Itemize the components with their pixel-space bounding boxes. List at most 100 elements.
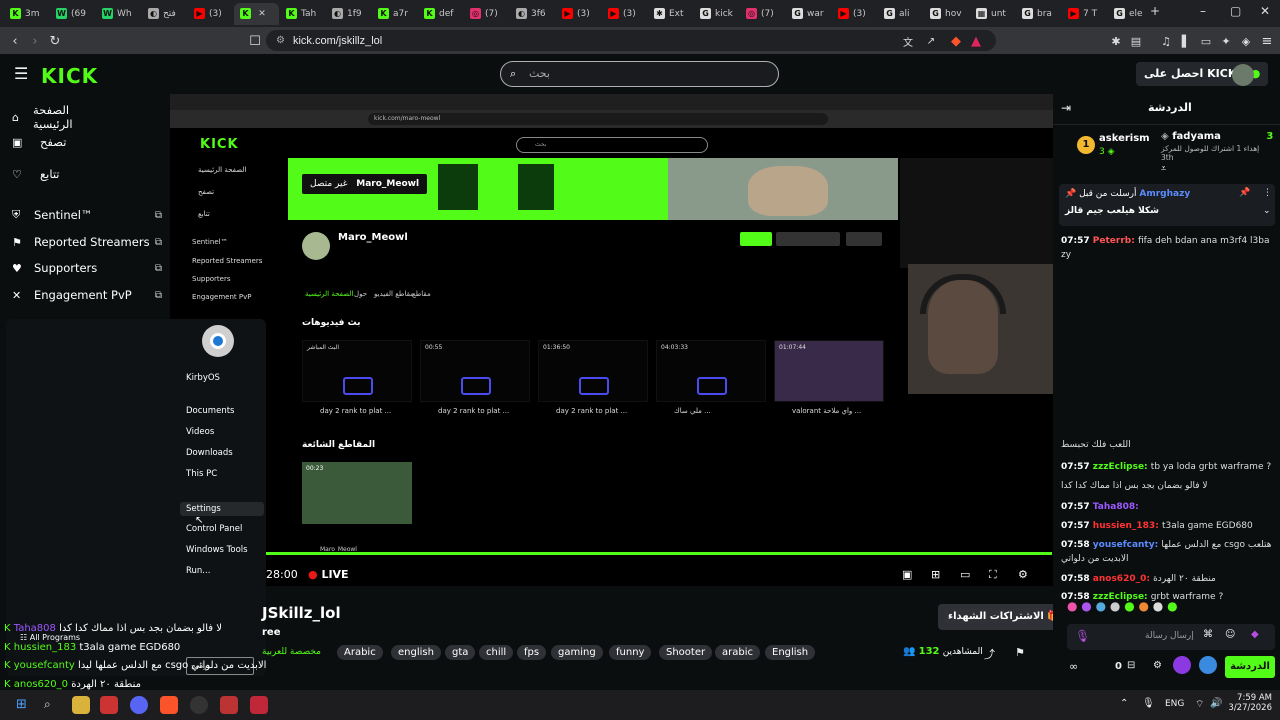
collapse-chat-icon[interactable]: ⇥ [1061, 101, 1071, 115]
stream-tag[interactable]: English [765, 645, 816, 660]
close-window-icon[interactable]: ✕ [1260, 4, 1270, 18]
browser-tab[interactable]: ◐ 3f6 [510, 3, 555, 25]
vpn-icon[interactable]: ◈ [1235, 30, 1257, 52]
pinned-expand-icon[interactable]: ⌄ [1263, 206, 1271, 216]
bookmark-icon[interactable]: ☐ [244, 30, 266, 52]
channel-name[interactable]: JSkillz_lol [262, 604, 341, 622]
start-videos[interactable]: Videos [186, 427, 214, 437]
brave-icon[interactable] [160, 696, 178, 714]
progress-bar[interactable] [266, 552, 1052, 555]
emote-icon[interactable]: ● [1096, 599, 1110, 613]
media-icon[interactable]: ♫ [1155, 30, 1177, 52]
back-icon[interactable]: ‹ [4, 30, 26, 52]
browser-tab[interactable]: Gele [1108, 3, 1153, 25]
minimize-icon[interactable]: – [1200, 4, 1206, 18]
discord-icon[interactable] [130, 696, 148, 714]
pip-icon[interactable]: ▣ [902, 568, 912, 581]
ge-icon[interactable] [1199, 656, 1217, 674]
wifi-icon[interactable]: ⌔ [1195, 698, 1204, 711]
browser-tab[interactable]: W Wh [96, 3, 141, 25]
browser-tab[interactable]: Kdef [418, 3, 463, 25]
tab-search-icon[interactable]: ▤ [1125, 30, 1147, 52]
start-run[interactable]: Run... [186, 566, 210, 576]
reload-icon[interactable]: ↻ [44, 30, 66, 52]
address-bar[interactable]: ⚙ kick.com/jskillz_lol [266, 30, 996, 51]
browser-tab[interactable]: K Tah [280, 3, 325, 25]
start-settings[interactable]: Settings [180, 502, 264, 516]
emote-icon[interactable]: ● [1153, 599, 1167, 613]
sidebar-item-pvp[interactable]: ✕ Engagement PvP ⧉ [12, 288, 162, 302]
search-input[interactable]: ⌕ بحث [500, 61, 779, 87]
browser-tab[interactable]: K ✕ [234, 2, 279, 25]
chat-settings-icon[interactable]: ⚙ [1153, 660, 1162, 671]
emote-icon[interactable]: ● [1067, 599, 1081, 613]
gift-user[interactable]: ◈ fadyama 3 [1161, 131, 1273, 142]
browser-tab[interactable]: ▶ (3) [832, 3, 877, 25]
emote-icon[interactable]: ● [1167, 599, 1177, 613]
browser-tab[interactable]: ▶ (3) [188, 3, 233, 25]
start-downloads[interactable]: Downloads [186, 448, 233, 458]
app-icon[interactable] [250, 696, 268, 714]
translate-icon[interactable]: 文 [897, 30, 919, 52]
subscribe-button[interactable]: الاشتراكات الشهداء 🎁 [938, 604, 1070, 630]
chat-username[interactable]: Taha808: [1093, 502, 1139, 512]
browser-tab[interactable]: Ghov [924, 3, 969, 25]
emote-icon[interactable]: ● [1124, 599, 1138, 613]
sidebar-item-sentinel[interactable]: ⛨ Sentinel™ ⧉ [12, 208, 162, 222]
browser-tab[interactable]: ◎ (7) [740, 3, 785, 25]
stream-tag[interactable]: chill [479, 645, 514, 660]
user-avatar[interactable] [1232, 64, 1254, 86]
browser-tab[interactable]: ▶ (3) [602, 3, 647, 25]
fullscreen-icon[interactable]: ⛶ [989, 568, 997, 582]
stream-tag[interactable]: funny [609, 645, 652, 660]
browser-tab[interactable]: ◎ (7) [464, 3, 509, 25]
brave-rewards-icon[interactable]: ▲ [965, 30, 987, 52]
steam-icon[interactable] [190, 696, 208, 714]
volume-icon[interactable]: 🔊 [1210, 698, 1222, 709]
stream-tag[interactable]: english [391, 645, 441, 660]
hamburger-menu-icon[interactable]: ☰ [14, 64, 28, 83]
browser-tab[interactable]: Gbra [1016, 3, 1061, 25]
emote-icon[interactable]: ● [1081, 599, 1095, 613]
browser-tab[interactable]: ◐ فتح [142, 3, 187, 25]
theater-icon[interactable]: ▭ [960, 568, 970, 581]
sidebar-toggle-icon[interactable]: ▌ [1175, 30, 1197, 52]
browser-tab[interactable]: ▦ unt [970, 3, 1015, 25]
mic-tray-icon[interactable]: 🎙 [1142, 698, 1155, 709]
top-gifter-name[interactable]: askerism [1099, 133, 1150, 144]
file-explorer-icon[interactable] [72, 696, 90, 714]
browser-tab[interactable]: Gkick [694, 3, 739, 25]
chat-username[interactable]: Peterrb: [1093, 236, 1138, 246]
more-icon[interactable]: ⚑ [1015, 646, 1025, 659]
browser-tab[interactable]: Ka7r [372, 3, 417, 25]
start-this-pc[interactable]: This PC [186, 469, 217, 479]
store-icon[interactable]: ⊟ [1127, 660, 1135, 671]
stream-tag[interactable]: gaming [551, 645, 603, 660]
menu-icon[interactable]: ≡ [1256, 30, 1278, 52]
stream-tag[interactable]: fps [517, 645, 547, 660]
pinned-more-icon[interactable]: ⋮ [1263, 188, 1272, 198]
video-player[interactable]: kick.com/maro-meowl KICK بحث الصفحة الرئ… [170, 94, 1053, 586]
emote-icon[interactable]: ● [1110, 599, 1124, 613]
pin-toggle-icon[interactable]: 📌 [1239, 188, 1250, 198]
forward-icon[interactable]: › [24, 30, 46, 52]
start-windows-tools[interactable]: Windows Tools [186, 545, 248, 555]
browser-tab[interactable]: ▶ 7 T [1062, 3, 1107, 25]
language-indicator[interactable]: ENG [1165, 699, 1184, 709]
stream-tag[interactable]: arabic [715, 645, 760, 660]
share-icon[interactable]: ↗ [920, 30, 942, 52]
chat-username[interactable]: hussien_183: [1093, 521, 1162, 531]
leo-icon[interactable]: ✦ [1215, 30, 1237, 52]
browser-tab[interactable]: Gali [878, 3, 923, 25]
kick-logo[interactable]: KICK [41, 64, 98, 88]
sidebar-item-following[interactable]: ♡ تتابع [12, 167, 162, 181]
clock[interactable]: 7:59 AM 3/27/2026 [1228, 693, 1272, 713]
emote-icon[interactable]: ● [1138, 599, 1152, 613]
stream-tag[interactable]: Shooter [659, 645, 713, 660]
start-user-name[interactable]: KirbyOS [186, 373, 220, 383]
command-icon[interactable]: ⌘ [1203, 629, 1213, 640]
sidebar-item-home[interactable]: ⌂ الصفحة الرئيسية [12, 103, 162, 131]
settings-icon[interactable]: ⚙ [1018, 568, 1028, 581]
clip-icon[interactable]: ⊞ [931, 568, 940, 581]
app-icon[interactable] [220, 696, 238, 714]
